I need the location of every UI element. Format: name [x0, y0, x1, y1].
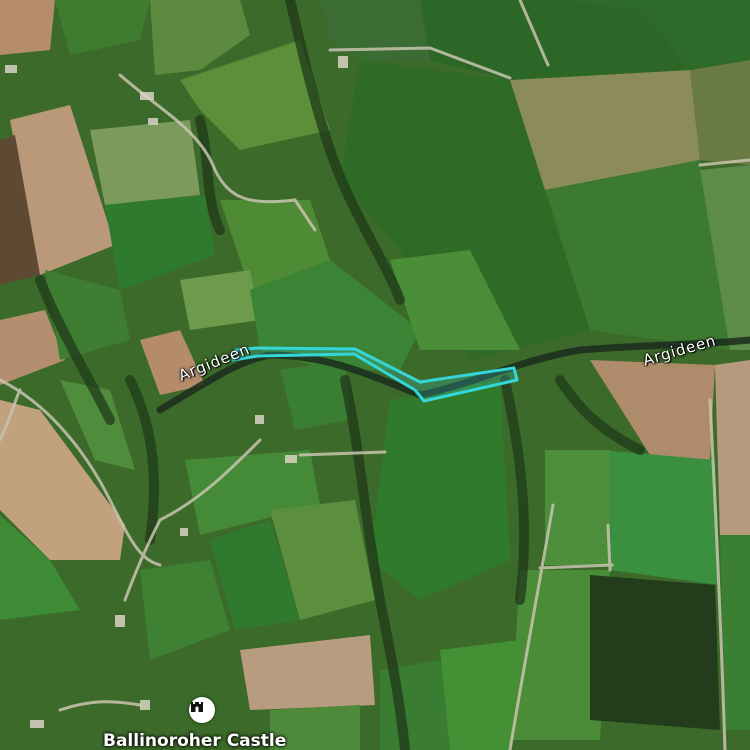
satellite-map[interactable]: Argideen Argideen Ballinoroher Castle: [0, 0, 750, 750]
poi-label[interactable]: Ballinoroher Castle: [103, 731, 286, 750]
satellite-imagery: [0, 0, 750, 750]
castle-icon[interactable]: [189, 697, 215, 723]
